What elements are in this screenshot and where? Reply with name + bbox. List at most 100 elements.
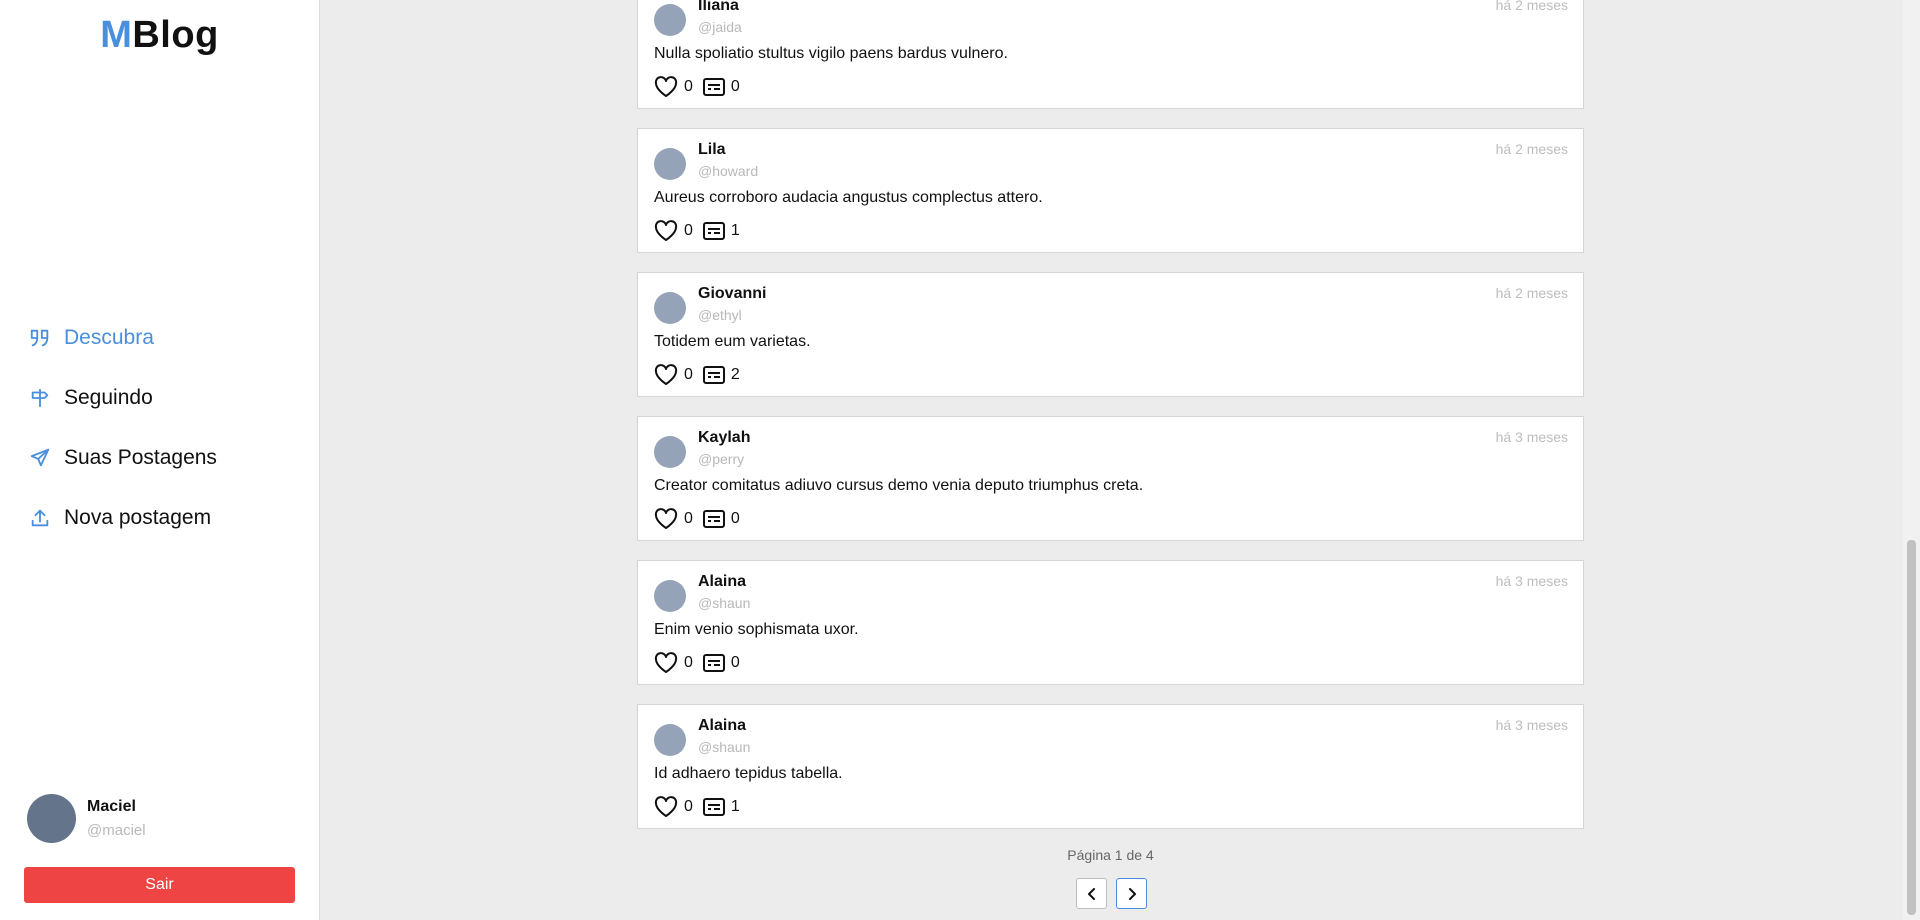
previous-page-button[interactable]	[1076, 878, 1107, 909]
like-button[interactable]: 0	[654, 796, 693, 818]
heart-icon	[654, 364, 678, 385]
post-card[interactable]: Iliana @jaida há 2 meses Nulla spoliatio…	[637, 0, 1584, 109]
like-button[interactable]: 0	[654, 508, 693, 530]
post-content: Totidem eum varietas.	[654, 333, 811, 350]
sidebar-item-label: Descubra	[64, 326, 154, 349]
post-card[interactable]: Lila @howard há 2 meses Aureus corroboro…	[637, 128, 1584, 253]
post-author[interactable]: Kaylah	[698, 429, 750, 447]
post-actions: 0 0	[654, 652, 750, 674]
post-author[interactable]: Alaina	[698, 717, 746, 735]
like-button[interactable]: 0	[654, 364, 693, 386]
post-handle: @shaun	[698, 595, 751, 611]
sidebar-item-label: Suas Postagens	[64, 446, 217, 469]
chevron-left-icon	[1087, 887, 1095, 900]
comment-count: 1	[730, 222, 740, 239]
user-handle: @maciel	[87, 822, 146, 839]
like-count: 0	[684, 798, 693, 815]
scrollbar[interactable]	[1903, 0, 1920, 920]
like-button[interactable]: 0	[654, 652, 693, 674]
heart-icon	[654, 796, 678, 817]
comment-button[interactable]: 0	[702, 510, 740, 528]
post-time: há 3 meses	[1495, 573, 1568, 589]
post-handle: @perry	[698, 451, 745, 467]
logo-text: Blog	[132, 14, 219, 56]
comment-icon	[702, 78, 725, 96]
sidebar-item-seguindo[interactable]: Seguindo	[28, 368, 217, 428]
post-handle: @jaida	[698, 19, 742, 35]
post-actions: 0 1	[654, 796, 750, 818]
comment-icon	[702, 654, 725, 672]
sidebar-item-label: Nova postagem	[64, 506, 212, 529]
post-card[interactable]: Alaina @shaun há 3 meses Id adhaero tepi…	[637, 704, 1584, 829]
post-author[interactable]: Iliana	[698, 0, 739, 15]
upload-icon	[28, 506, 52, 530]
post-author[interactable]: Lila	[698, 141, 726, 159]
post-time: há 2 meses	[1495, 0, 1568, 13]
post-card[interactable]: Kaylah @perry há 3 meses Creator comitat…	[637, 416, 1584, 541]
avatar	[654, 148, 686, 180]
post-content: Enim venio sophismata uxor.	[654, 621, 859, 638]
comment-count: 1	[730, 798, 740, 815]
post-author[interactable]: Giovanni	[698, 285, 766, 303]
sidebar-item-suas-postagens[interactable]: Suas Postagens	[28, 428, 217, 488]
post-time: há 3 meses	[1495, 429, 1568, 445]
post-author[interactable]: Alaina	[698, 573, 746, 591]
avatar	[27, 794, 76, 843]
comment-button[interactable]: 1	[702, 222, 740, 240]
avatar	[654, 436, 686, 468]
sidebar: MBlog Descubra Seguindo Suas Postagens N…	[0, 0, 320, 920]
comment-icon	[702, 510, 725, 528]
post-actions: 0 1	[654, 220, 750, 242]
avatar	[654, 292, 686, 324]
post-actions: 0 2	[654, 364, 750, 386]
signpost-icon	[28, 386, 52, 410]
like-count: 0	[684, 510, 693, 527]
sidebar-nav: Descubra Seguindo Suas Postagens Nova po…	[28, 308, 217, 548]
logo-m: M	[100, 14, 133, 56]
user-name: Maciel	[87, 798, 136, 815]
logo[interactable]: MBlog	[0, 14, 319, 57]
post-content: Nulla spoliatio stultus vigilo paens bar…	[654, 45, 1008, 62]
like-count: 0	[684, 78, 693, 95]
comment-button[interactable]: 0	[702, 78, 740, 96]
next-page-button[interactable]	[1116, 878, 1147, 909]
comment-count: 0	[730, 510, 740, 527]
comment-count: 0	[730, 654, 740, 671]
user-info: Maciel @maciel	[87, 798, 146, 839]
chevron-right-icon	[1128, 887, 1136, 900]
sidebar-item-descubra[interactable]: Descubra	[28, 308, 217, 368]
post-handle: @howard	[698, 163, 759, 179]
sidebar-item-nova-postagem[interactable]: Nova postagem	[28, 488, 217, 548]
post-handle: @ethyl	[698, 307, 742, 323]
send-icon	[28, 446, 52, 470]
avatar	[654, 4, 686, 36]
like-count: 0	[684, 654, 693, 671]
scrollbar-thumb[interactable]	[1907, 540, 1916, 915]
like-count: 0	[684, 366, 693, 383]
sidebar-item-label: Seguindo	[64, 386, 153, 409]
heart-icon	[654, 652, 678, 673]
app-root: MBlog Descubra Seguindo Suas Postagens N…	[0, 0, 1920, 920]
post-time: há 2 meses	[1495, 141, 1568, 157]
post-card[interactable]: Alaina @shaun há 3 meses Enim venio soph…	[637, 560, 1584, 685]
like-button[interactable]: 0	[654, 220, 693, 242]
like-button[interactable]: 0	[654, 76, 693, 98]
comment-button[interactable]: 1	[702, 798, 740, 816]
post-content: Creator comitatus adiuvo cursus demo ven…	[654, 477, 1144, 494]
comment-button[interactable]: 2	[702, 366, 740, 384]
logout-button[interactable]: Sair	[24, 867, 295, 903]
comment-icon	[702, 222, 725, 240]
comment-button[interactable]: 0	[702, 654, 740, 672]
comment-icon	[702, 798, 725, 816]
like-count: 0	[684, 222, 693, 239]
heart-icon	[654, 76, 678, 97]
avatar	[654, 580, 686, 612]
post-content: Aureus corroboro audacia angustus comple…	[654, 189, 1043, 206]
heart-icon	[654, 508, 678, 529]
user-profile[interactable]: Maciel @maciel	[27, 794, 146, 843]
post-time: há 3 meses	[1495, 717, 1568, 733]
post-time: há 2 meses	[1495, 285, 1568, 301]
quote-icon	[28, 326, 52, 350]
post-actions: 0 0	[654, 76, 750, 98]
post-card[interactable]: Giovanni @ethyl há 2 meses Totidem eum v…	[637, 272, 1584, 397]
